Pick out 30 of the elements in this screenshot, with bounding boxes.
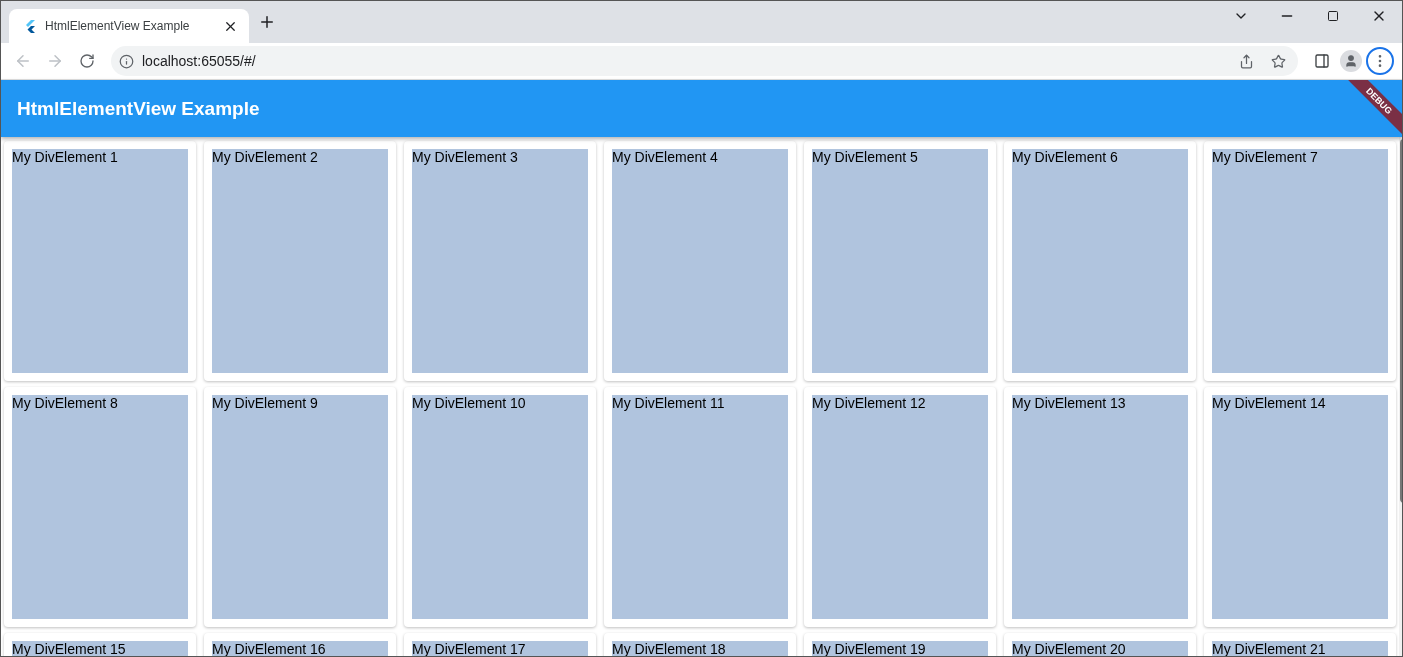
flutter-logo-icon [25, 19, 35, 33]
div-element-label: My DivElement 4 [612, 149, 718, 165]
div-element-label: My DivElement 10 [412, 395, 526, 411]
div-element-label: My DivElement 13 [1012, 395, 1126, 411]
tab-title: HtmlElementView Example [45, 19, 191, 33]
div-element-label: My DivElement 8 [12, 395, 118, 411]
div-element-label: My DivElement 5 [812, 149, 918, 165]
div-element-label: My DivElement 12 [812, 395, 926, 411]
div-element-label: My DivElement 9 [212, 395, 318, 411]
div-element-label: My DivElement 6 [1012, 149, 1118, 165]
div-element-label: My DivElement 2 [212, 149, 318, 165]
div-element-label: My DivElement 20 [1012, 641, 1126, 656]
address-text: localhost:65055/#/ [142, 53, 257, 69]
div-element-label: My DivElement 21 [1212, 641, 1326, 656]
menu-icon[interactable] [1366, 47, 1394, 75]
div-element-label: My DivElement 1 [12, 149, 118, 165]
info-icon [119, 53, 134, 69]
address-bar[interactable]: localhost:65055/#/ [111, 46, 1298, 76]
div-element-label: My DivElement 17 [412, 641, 526, 656]
div-element-label: My DivElement 15 [12, 641, 126, 656]
app-title: HtmlElementView Example [17, 97, 260, 120]
div-element-label: My DivElement 19 [812, 641, 926, 656]
div-element-label: My DivElement 14 [1212, 395, 1326, 411]
div-element-label: My DivElement 18 [612, 641, 726, 656]
div-element-label: My DivElement 16 [212, 641, 326, 656]
profile-avatar[interactable] [1340, 50, 1362, 72]
browser-tab[interactable]: HtmlElementView Example [9, 9, 249, 43]
div-element-label: My DivElement 11 [612, 395, 725, 411]
div-element-label: My DivElement 7 [1212, 149, 1318, 165]
div-element-label: My DivElement 3 [412, 149, 518, 165]
